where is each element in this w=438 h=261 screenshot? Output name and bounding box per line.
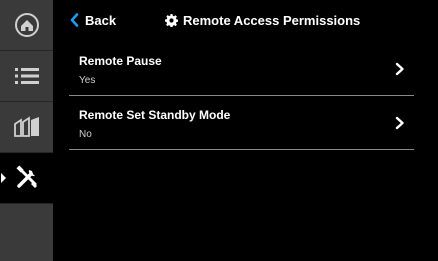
sidebar-item-home[interactable] [0,0,53,51]
setting-value: No [79,129,92,140]
header-bar: Back Remote Access Permissions [53,0,438,40]
sidebar [0,0,53,261]
chevron-right-icon [395,62,404,76]
home-icon [14,13,39,37]
sidebar-item-empty [0,204,53,261]
gear-icon [165,13,178,27]
setting-value: Yes [79,75,96,86]
sidebar-item-tools[interactable] [0,153,53,204]
chevron-right-icon [395,116,404,130]
setting-label: Remote Pause [79,54,162,68]
page-title-text: Remote Access Permissions [183,12,361,28]
back-label: Back [85,12,117,28]
list-icon [14,68,39,84]
tools-icon [15,165,37,188]
setting-row-remote-pause[interactable]: Remote Pause Yes [69,42,414,96]
setting-label: Remote Set Standby Mode [79,108,231,122]
sidebar-item-list[interactable] [0,51,53,102]
setting-row-remote-standby[interactable]: Remote Set Standby Mode No [69,96,414,150]
active-indicator [1,173,6,183]
sidebar-item-zones[interactable] [0,102,53,153]
zones-icon [13,116,39,137]
page-title: Remote Access Permissions [165,10,360,30]
back-button[interactable]: Back [70,10,116,30]
chevron-left-icon [70,13,79,27]
